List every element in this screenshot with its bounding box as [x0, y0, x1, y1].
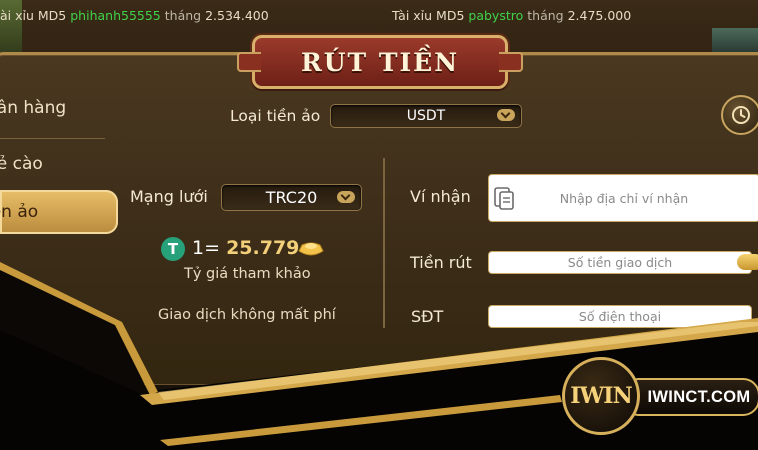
logo-text: IWINCT.COM [647, 387, 751, 406]
brand-logo: IWINCT.COM IWIN [560, 355, 758, 435]
app-screen: ài xỉu MD5 phihanh55555 tháng 2.534.400 … [0, 0, 758, 450]
logo-url-pill: IWINCT.COM [622, 378, 758, 416]
logo-emblem: IWIN [562, 357, 640, 435]
logo-mark: IWIN [570, 383, 632, 409]
